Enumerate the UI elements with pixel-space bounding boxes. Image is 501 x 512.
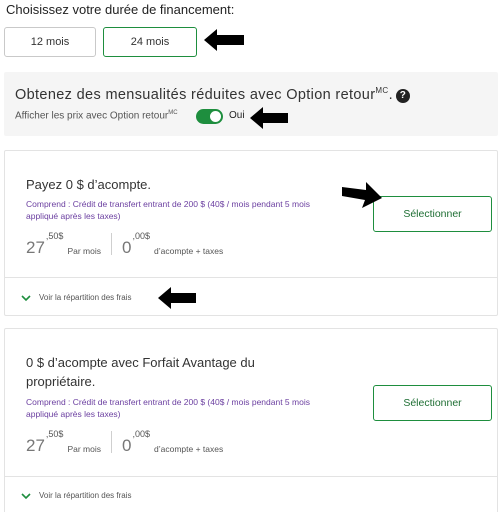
down-payment: 0 xyxy=(122,436,132,455)
monthly-price-cents: ,50$ xyxy=(45,429,64,439)
fee-breakdown-label: Voir la répartition des frais xyxy=(39,491,132,500)
arrow-icon xyxy=(158,287,196,309)
down-payment-label: d’acompte + taxes xyxy=(154,444,224,454)
card-divider xyxy=(5,277,497,278)
option-retour-title: Obtenez des mensualités réduites avec Op… xyxy=(15,86,410,103)
plan-includes: Comprend : Crédit de transfert entrant d… xyxy=(26,397,310,419)
price-row: 27 ,50$ Par mois 0 ,00$ d’acompte + taxe… xyxy=(26,231,223,257)
option-retour-toggle[interactable] xyxy=(196,109,223,124)
toggle-knob xyxy=(210,111,221,122)
plan-heading: 0 $ d’acompte avec Forfait Avantage du p… xyxy=(26,355,255,389)
card-divider xyxy=(5,476,497,477)
price-divider xyxy=(111,431,112,453)
down-payment-label: d’acompte + taxes xyxy=(154,246,224,256)
monthly-price: 27 xyxy=(26,238,45,257)
fee-breakdown-link[interactable]: Voir la répartition des frais xyxy=(21,491,132,500)
monthly-label: Par mois xyxy=(67,444,101,454)
question-circle-icon[interactable]: ? xyxy=(395,88,410,103)
arrow-icon xyxy=(342,182,382,208)
select-button[interactable]: Sélectionner xyxy=(373,385,492,421)
down-payment-cents: ,00$ xyxy=(132,429,150,439)
monthly-price-cents: ,50$ xyxy=(45,231,64,241)
fee-breakdown-link[interactable]: Voir la répartition des frais xyxy=(21,293,132,302)
chevron-down-icon xyxy=(21,492,31,499)
plan-card: 0 $ d’acompte avec Forfait Avantage du p… xyxy=(4,328,498,512)
monthly-price: 27 xyxy=(26,436,45,455)
plan-card: Payez 0 $ d’acompte. Comprend : Crédit d… xyxy=(4,150,498,316)
plan-includes: Comprend : Crédit de transfert entrant d… xyxy=(26,199,310,221)
plan-heading: Payez 0 $ d’acompte. xyxy=(26,177,152,192)
monthly-label: Par mois xyxy=(67,246,101,256)
financing-title: Choisissez votre durée de financement: xyxy=(6,2,235,17)
price-divider xyxy=(111,233,112,255)
term-12-months-button[interactable]: 12 mois xyxy=(4,27,96,57)
price-row: 27 ,50$ Par mois 0 ,00$ d’acompte + taxe… xyxy=(26,429,223,455)
fee-breakdown-label: Voir la répartition des frais xyxy=(39,293,132,302)
term-24-months-button[interactable]: 24 mois xyxy=(103,27,197,57)
down-payment-cents: ,00$ xyxy=(132,231,150,241)
down-payment: 0 xyxy=(122,238,132,257)
toggle-state-label: Oui xyxy=(229,110,245,121)
option-retour-toggle-label: Afficher les prix avec Option retourMC xyxy=(15,110,178,122)
arrow-icon xyxy=(250,107,288,129)
select-button[interactable]: Sélectionner xyxy=(373,196,492,232)
arrow-icon xyxy=(204,29,244,51)
chevron-down-icon xyxy=(21,294,31,301)
